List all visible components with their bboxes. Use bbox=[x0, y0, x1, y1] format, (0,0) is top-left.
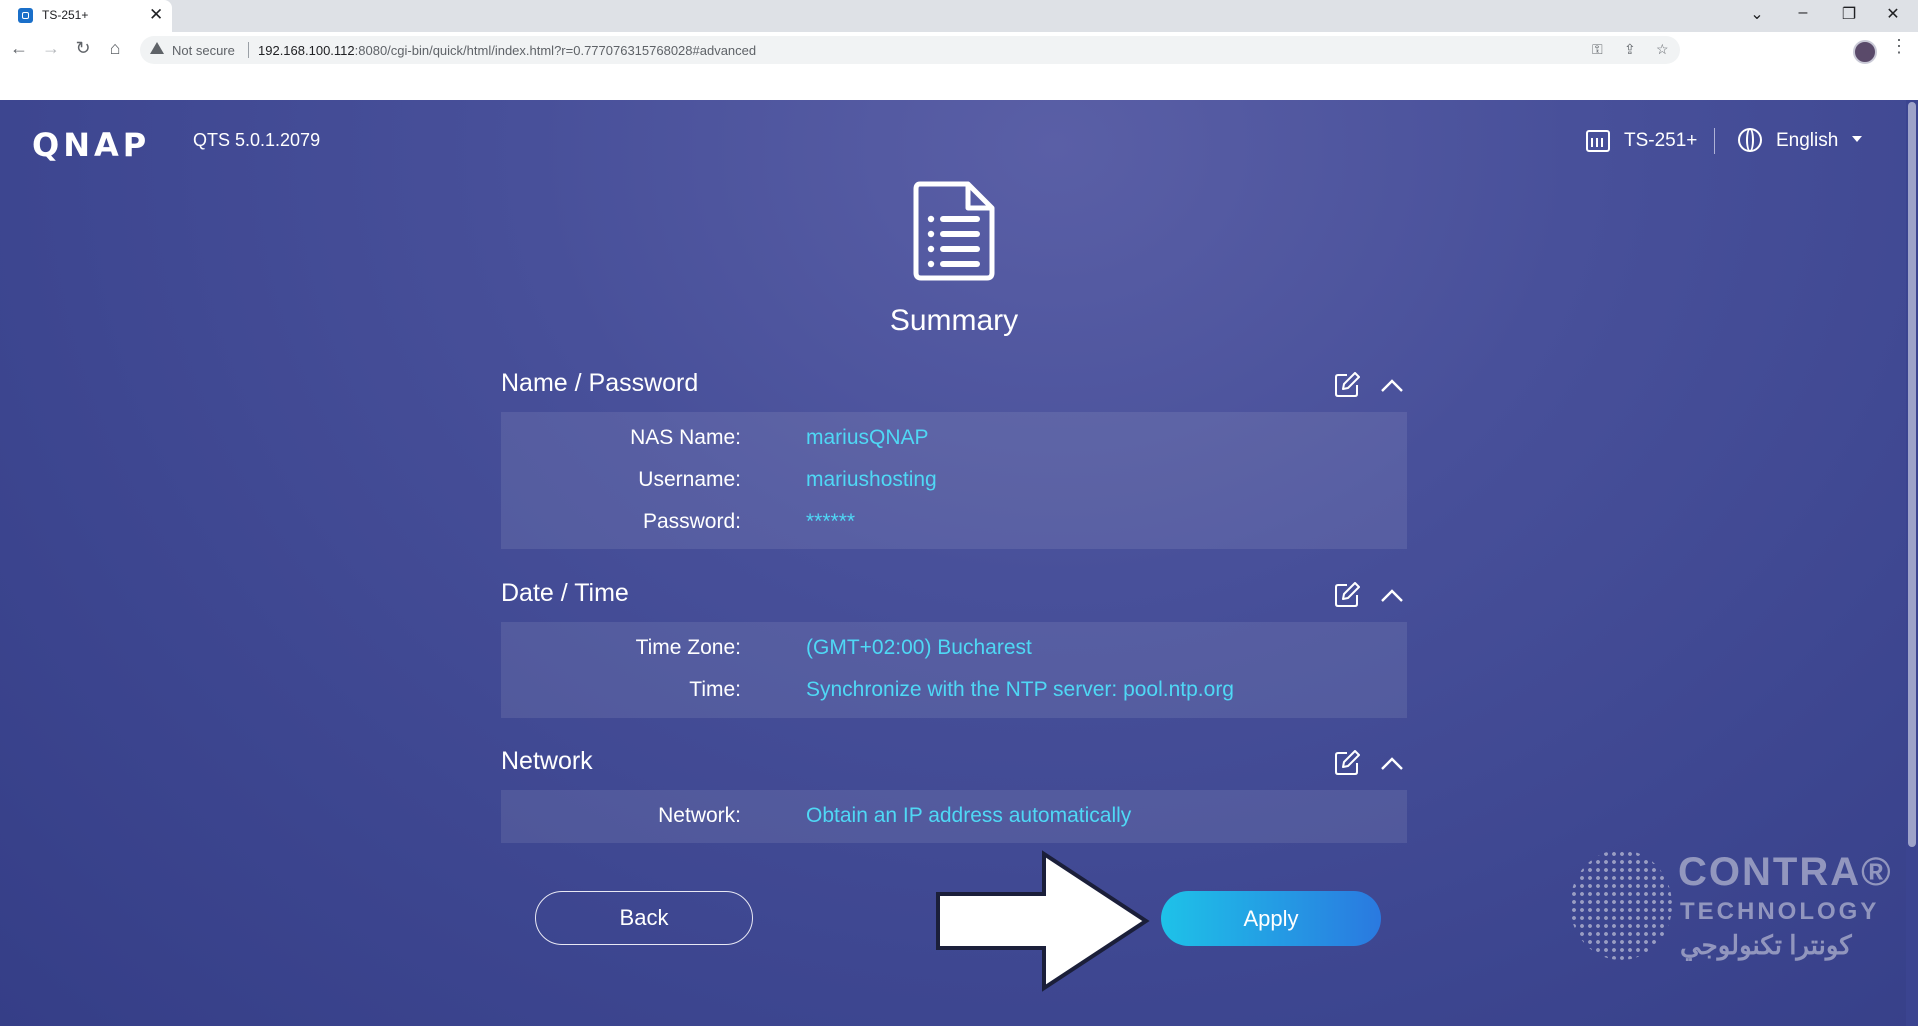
section-title-date-time: Date / Time bbox=[501, 579, 629, 607]
firmware-version: QTS 5.0.1.2079 bbox=[193, 130, 321, 150]
profile-avatar[interactable] bbox=[1853, 40, 1877, 64]
bookmark-star-icon[interactable]: ☆ bbox=[1656, 41, 1669, 58]
scrollbar-thumb[interactable] bbox=[1908, 102, 1916, 847]
page-title: Summary bbox=[889, 304, 1019, 337]
forward-arrow-icon[interactable]: → bbox=[40, 38, 62, 59]
tab-title: TS-251+ bbox=[42, 8, 89, 22]
row-label: Time Zone: bbox=[635, 636, 741, 659]
restore-icon[interactable]: ❐ bbox=[1834, 4, 1864, 24]
edit-icon[interactable] bbox=[1334, 750, 1360, 776]
page-scrollbar[interactable] bbox=[1906, 100, 1918, 1026]
edit-icon[interactable] bbox=[1334, 582, 1360, 608]
edit-icon[interactable] bbox=[1334, 372, 1360, 398]
qnap-logo: QNAP bbox=[32, 126, 151, 164]
warning-icon bbox=[150, 42, 164, 54]
back-arrow-icon[interactable]: ← bbox=[8, 38, 30, 59]
language-selector[interactable]: English bbox=[1776, 130, 1838, 152]
url-path: :8080/cgi-bin/quick/html/index.html?r=0.… bbox=[354, 43, 757, 58]
row-label: Password: bbox=[642, 510, 741, 533]
chevron-up-icon[interactable] bbox=[1380, 757, 1404, 771]
watermark-line-3: كونترا تكنولوجي bbox=[1680, 930, 1852, 960]
row-value: Obtain an IP address automatically bbox=[806, 804, 1132, 827]
row-label: Time: bbox=[689, 678, 741, 701]
minimize-icon[interactable]: – bbox=[1788, 4, 1818, 22]
home-icon[interactable]: ⌂ bbox=[104, 38, 126, 59]
browser-tabstrip: TS-251+ ✕ ⌄ – ❐ ✕ bbox=[0, 0, 1918, 32]
row-value: Synchronize with the NTP server: pool.nt… bbox=[806, 678, 1234, 701]
globe-icon[interactable] bbox=[1738, 128, 1762, 152]
document-icon bbox=[913, 181, 995, 281]
not-secure-label[interactable]: Not secure bbox=[172, 43, 235, 58]
row-label: NAS Name: bbox=[630, 426, 741, 449]
row-value: ****** bbox=[806, 510, 856, 533]
url-host: 192.168.100.112 bbox=[258, 43, 355, 58]
nas-device-icon bbox=[1586, 130, 1610, 152]
browser-toolbar: ← → ↻ ⌂ Not secure 192.168.100.112:8080/… bbox=[0, 32, 1918, 68]
browser-tab[interactable]: TS-251+ ✕ bbox=[0, 0, 172, 32]
row-label: Network: bbox=[658, 804, 741, 827]
section-title-network: Network bbox=[501, 747, 593, 775]
row-value: (GMT+02:00) Bucharest bbox=[806, 636, 1032, 659]
reload-icon[interactable]: ↻ bbox=[72, 38, 94, 59]
window-close-icon[interactable]: ✕ bbox=[1878, 4, 1908, 24]
caret-down-icon[interactable] bbox=[1852, 136, 1862, 142]
dotted-globe-icon bbox=[1570, 850, 1672, 960]
omnibox-divider bbox=[248, 42, 249, 58]
chevron-up-icon[interactable] bbox=[1380, 379, 1404, 393]
tab-search-icon[interactable]: ⌄ bbox=[1742, 4, 1772, 24]
share-icon[interactable]: ⇪ bbox=[1624, 41, 1636, 58]
watermark-line-2: TECHNOLOGY bbox=[1680, 898, 1880, 925]
apply-button[interactable]: Apply bbox=[1161, 891, 1381, 946]
qnap-setup-app: QNAP QTS 5.0.1.2079 TS-251+ English Summ… bbox=[0, 100, 1918, 1026]
url-text[interactable]: 192.168.100.112:8080/cgi-bin/quick/html/… bbox=[258, 43, 756, 58]
tab-close-icon[interactable]: ✕ bbox=[149, 5, 163, 25]
key-icon[interactable]: ⚿ bbox=[1592, 41, 1603, 58]
back-button[interactable]: Back bbox=[535, 891, 753, 945]
device-name: TS-251+ bbox=[1624, 130, 1698, 151]
browser-menu-icon[interactable]: ⋮ bbox=[1890, 36, 1908, 57]
arrow-right-icon bbox=[936, 850, 1150, 992]
header-divider bbox=[1714, 128, 1715, 154]
qnap-favicon-icon bbox=[18, 8, 33, 23]
section-title-name-password: Name / Password bbox=[501, 369, 699, 397]
row-value: mariusQNAP bbox=[806, 426, 929, 449]
chevron-up-icon[interactable] bbox=[1380, 589, 1404, 603]
contra-technology-watermark: CONTRA® TECHNOLOGY كونترا تكنولوجي bbox=[1566, 848, 1906, 978]
row-label: Username: bbox=[638, 468, 741, 491]
address-bar[interactable]: Not secure 192.168.100.112:8080/cgi-bin/… bbox=[140, 36, 1680, 64]
row-value: mariushosting bbox=[806, 468, 937, 491]
watermark-line-1: CONTRA® bbox=[1678, 850, 1893, 894]
